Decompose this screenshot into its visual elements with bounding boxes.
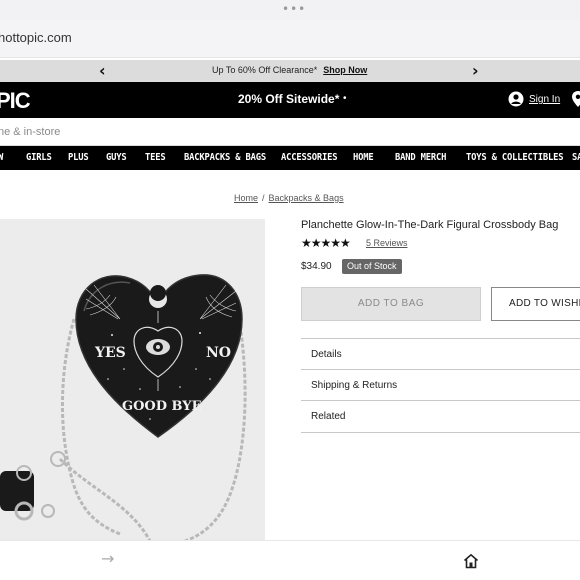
forward-arrow-icon[interactable]: → — [101, 549, 114, 568]
reviews-link[interactable]: 5 Reviews — [366, 238, 408, 248]
site-header: PIC 20% Off Sitewide* • Sign In — [0, 82, 580, 118]
product-title: Planchette Glow-In-The-Dark Figural Cros… — [301, 219, 559, 231]
divider — [301, 432, 580, 433]
nav-item-girls[interactable]: GIRLS — [26, 152, 52, 163]
carousel-dot: • — [343, 93, 347, 104]
user-icon[interactable] — [508, 91, 524, 107]
accordion-related[interactable]: Related — [301, 400, 580, 431]
add-to-wishlist-button[interactable]: ADD TO WISHL — [491, 287, 580, 321]
bag-text-no: NO — [206, 345, 231, 361]
site-logo[interactable]: PIC — [0, 88, 31, 114]
promo-text: Up To 60% Off Clearance* — [212, 65, 318, 75]
tab-strip: ••• — [0, 0, 580, 20]
accordion-label: Details — [311, 349, 342, 360]
nav-item-plus[interactable]: PLUS — [68, 152, 89, 163]
product-price: $34.90 — [301, 261, 332, 272]
nav-item-new[interactable]: W — [0, 152, 3, 163]
accordion-details[interactable]: Details — [301, 338, 580, 369]
product-image[interactable]: YES NO GOOD BYE — [0, 219, 265, 541]
sign-in-link[interactable]: Sign In — [529, 94, 560, 105]
nav-item-toys-collectibles[interactable]: TOYS & COLLECTIBLES — [466, 152, 563, 163]
nav-item-band-merch[interactable]: BAND MERCH — [395, 152, 446, 163]
breadcrumb: Home / Backpacks & Bags — [234, 193, 344, 203]
accordion-shipping-returns[interactable]: Shipping & Returns — [301, 369, 580, 400]
breadcrumb-home[interactable]: Home — [234, 193, 258, 203]
bag-text-goodbye: GOOD BYE — [122, 399, 202, 414]
location-pin-icon[interactable] — [572, 91, 580, 107]
nav-item-guys[interactable]: GUYS — [106, 152, 127, 163]
promo-message: Up To 60% Off Clearance* Shop Now — [212, 65, 367, 75]
sitewide-promo[interactable]: 20% Off Sitewide* — [238, 92, 339, 106]
nav-item-tees[interactable]: TEES — [145, 152, 166, 163]
address-bar[interactable]: hottopic.com — [0, 20, 580, 58]
chevron-left-icon[interactable]: ‹ — [99, 60, 106, 82]
promo-banner: ‹ Up To 60% Off Clearance* Shop Now › — [0, 60, 580, 82]
accordion-label: Related — [311, 411, 346, 422]
heart-bag-illustration: YES NO GOOD BYE — [0, 274, 247, 541]
url-text[interactable]: hottopic.com — [0, 30, 72, 45]
search-placeholder[interactable]: ne & in-store — [0, 126, 60, 138]
breadcrumb-separator: / — [262, 193, 265, 203]
stock-badge: Out of Stock — [342, 259, 402, 274]
home-icon[interactable] — [463, 553, 479, 569]
accordion-label: Shipping & Returns — [311, 380, 398, 391]
nav-item-backpacks-bags[interactable]: BACKPACKS & BAGS — [184, 152, 266, 163]
nav-item-accessories[interactable]: ACCESSORIES — [281, 152, 338, 163]
rating-stars[interactable]: ★★★★★ — [301, 236, 351, 250]
breadcrumb-category[interactable]: Backpacks & Bags — [269, 193, 344, 203]
add-to-bag-button[interactable]: ADD TO BAG — [301, 287, 481, 321]
nav-item-home[interactable]: HOME — [353, 152, 374, 163]
tab-menu-dots[interactable]: ••• — [282, 2, 306, 16]
nav-item-sale[interactable]: SA — [572, 152, 580, 163]
bag-text-yes: YES — [94, 345, 126, 361]
search-bar[interactable]: ne & in-store — [0, 118, 580, 146]
browser-toolbar: → — [0, 540, 580, 580]
chevron-right-icon[interactable]: › — [472, 60, 479, 82]
category-nav: W GIRLS PLUS GUYS TEES BACKPACKS & BAGS … — [0, 146, 580, 170]
shop-now-link[interactable]: Shop Now — [323, 65, 367, 75]
